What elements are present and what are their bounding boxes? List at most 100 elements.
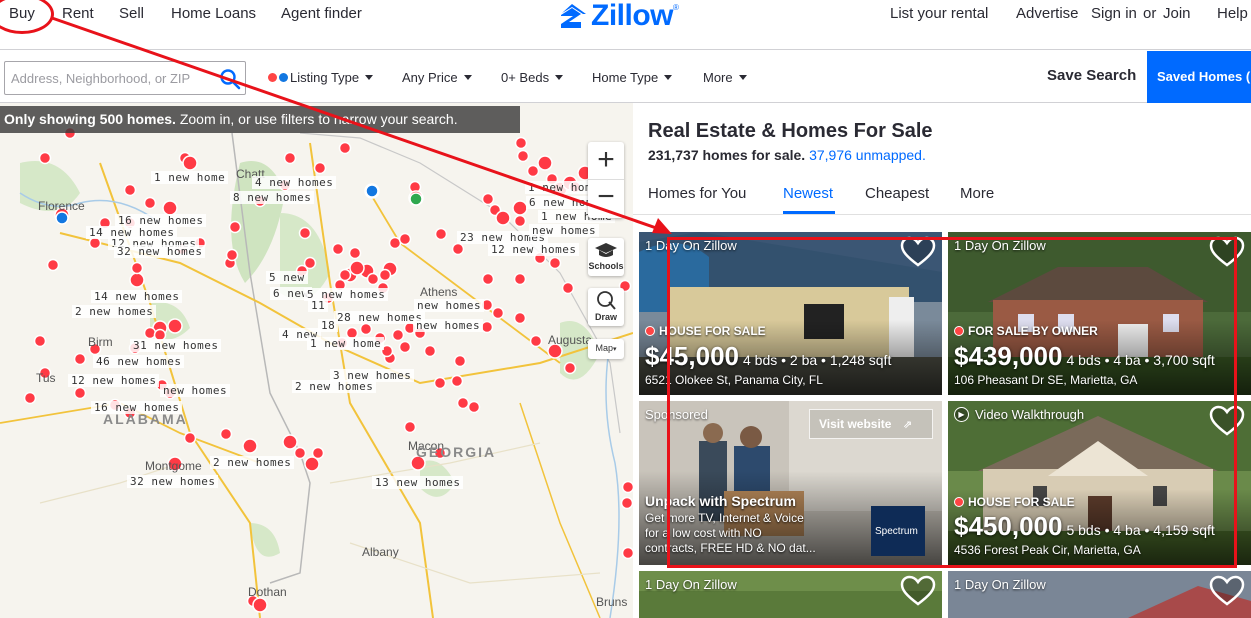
heart-icon[interactable] xyxy=(900,575,936,607)
map-type-button[interactable]: Map▾ xyxy=(588,339,624,359)
nav-list-rental[interactable]: List your rental xyxy=(890,5,988,22)
cluster-label[interactable]: 8 new homes xyxy=(230,191,315,204)
nav-join[interactable]: Join xyxy=(1163,5,1191,22)
listing-marker[interactable] xyxy=(359,322,373,336)
listing-marker[interactable] xyxy=(293,446,307,460)
listing-marker[interactable] xyxy=(143,196,157,210)
map-view[interactable]: Only showing 500 homes. Zoom in, or use … xyxy=(0,103,633,618)
cluster-label[interactable]: 28 new homes xyxy=(334,311,426,324)
listing-marker[interactable] xyxy=(331,242,345,256)
listing-marker[interactable] xyxy=(338,268,352,282)
listing-marker[interactable] xyxy=(55,211,69,225)
listing-marker[interactable] xyxy=(481,192,495,206)
listing-marker[interactable] xyxy=(378,268,392,282)
cluster-label[interactable]: 1 new home xyxy=(151,171,229,184)
tab-more[interactable]: More xyxy=(960,185,994,202)
listing-marker[interactable] xyxy=(398,340,412,354)
listing-marker[interactable] xyxy=(403,420,417,434)
home-type-filter[interactable]: Home Type xyxy=(592,70,673,85)
cluster-label[interactable]: 12 new homes xyxy=(488,243,580,256)
listing-marker[interactable] xyxy=(516,149,530,163)
nav-agent-finder[interactable]: Agent finder xyxy=(281,5,362,22)
listing-marker[interactable] xyxy=(311,446,325,460)
listing-marker[interactable] xyxy=(365,184,379,198)
listing-marker[interactable] xyxy=(480,320,494,334)
listing-marker[interactable] xyxy=(450,374,464,388)
cluster-label[interactable]: new homes xyxy=(413,319,484,332)
listing-marker[interactable] xyxy=(453,354,467,368)
cluster-label[interactable]: new homes xyxy=(414,299,485,312)
draw-button[interactable]: Draw xyxy=(588,288,624,326)
listing-marker[interactable] xyxy=(252,597,268,613)
listing-marker[interactable] xyxy=(219,427,233,441)
cluster-label[interactable]: 5 new xyxy=(266,271,308,284)
listing-marker[interactable] xyxy=(620,496,633,510)
nav-sell[interactable]: Sell xyxy=(119,5,144,22)
cluster-label[interactable]: 32 new homes xyxy=(127,475,219,488)
listing-marker[interactable] xyxy=(563,361,577,375)
cluster-label[interactable]: 16 new homes xyxy=(91,401,183,414)
listing-marker[interactable] xyxy=(123,183,137,197)
cluster-label[interactable]: 18 xyxy=(318,319,339,332)
zoom-out-button[interactable]: − xyxy=(588,180,624,214)
tab-cheapest[interactable]: Cheapest xyxy=(865,185,929,202)
listing-marker[interactable] xyxy=(481,272,495,286)
saved-homes-button[interactable]: Saved Homes ( xyxy=(1147,51,1251,103)
listing-marker[interactable] xyxy=(349,260,365,276)
more-filter[interactable]: More xyxy=(703,70,747,85)
nav-rent[interactable]: Rent xyxy=(62,5,94,22)
schools-button[interactable]: Schools xyxy=(588,238,624,276)
listing-marker[interactable] xyxy=(491,306,505,320)
zillow-logo[interactable]: Zillow ® xyxy=(557,0,679,33)
listing-marker[interactable] xyxy=(366,272,380,286)
listing-marker[interactable] xyxy=(456,396,470,410)
cluster-label[interactable]: 2 new homes xyxy=(72,305,157,318)
nav-sign-in[interactable]: Sign in xyxy=(1091,5,1137,22)
listing-marker[interactable] xyxy=(433,376,447,390)
tab-newest[interactable]: Newest xyxy=(783,185,833,202)
search-input[interactable] xyxy=(5,62,210,94)
cluster-label[interactable]: 11 xyxy=(308,299,329,312)
listing-marker[interactable] xyxy=(514,136,528,150)
unmapped-link[interactable]: 37,976 unmapped. xyxy=(809,147,926,163)
listing-marker[interactable] xyxy=(526,164,540,178)
listing-marker[interactable] xyxy=(282,434,298,450)
listing-marker[interactable] xyxy=(298,226,312,240)
listing-marker[interactable] xyxy=(513,272,527,286)
cluster-label[interactable]: new homes xyxy=(160,384,231,397)
listing-type-filter[interactable]: Listing Type xyxy=(268,70,374,85)
cluster-label[interactable]: new homes xyxy=(529,224,600,237)
beds-filter[interactable]: 0+ Beds xyxy=(501,70,564,85)
listing-marker[interactable] xyxy=(409,192,423,206)
listing-marker[interactable] xyxy=(513,311,527,325)
cluster-label[interactable]: 14 new homes xyxy=(91,290,183,303)
listing-marker[interactable] xyxy=(512,200,528,216)
listing-marker[interactable] xyxy=(73,352,87,366)
cluster-label[interactable]: 1 new home xyxy=(307,337,385,350)
listing-marker[interactable] xyxy=(38,151,52,165)
listing-marker[interactable] xyxy=(73,386,87,400)
heart-icon[interactable] xyxy=(1209,575,1245,607)
listing-marker[interactable] xyxy=(621,480,634,494)
cluster-label[interactable]: 31 new homes xyxy=(130,339,222,352)
listing-marker[interactable] xyxy=(621,546,634,560)
nav-advertise[interactable]: Advertise xyxy=(1016,5,1079,22)
listing-marker[interactable] xyxy=(561,281,575,295)
listing-marker[interactable] xyxy=(143,326,157,340)
listing-marker[interactable] xyxy=(183,431,197,445)
listing-marker[interactable] xyxy=(423,344,437,358)
listing-marker[interactable] xyxy=(513,214,527,228)
nav-help[interactable]: Help xyxy=(1217,5,1248,22)
cluster-label[interactable]: 12 new homes xyxy=(68,374,160,387)
cluster-label[interactable]: 2 new homes xyxy=(210,456,295,469)
search-icon[interactable] xyxy=(219,68,241,90)
listing-marker[interactable] xyxy=(391,328,405,342)
listing-marker[interactable] xyxy=(338,141,352,155)
listing-marker[interactable] xyxy=(225,248,239,262)
listing-marker[interactable] xyxy=(348,246,362,260)
listing-marker[interactable] xyxy=(451,242,465,256)
listing-marker[interactable] xyxy=(162,200,178,216)
cluster-label[interactable]: 13 new homes xyxy=(372,476,464,489)
listing-marker[interactable] xyxy=(548,256,562,270)
listing-marker[interactable] xyxy=(182,155,198,171)
